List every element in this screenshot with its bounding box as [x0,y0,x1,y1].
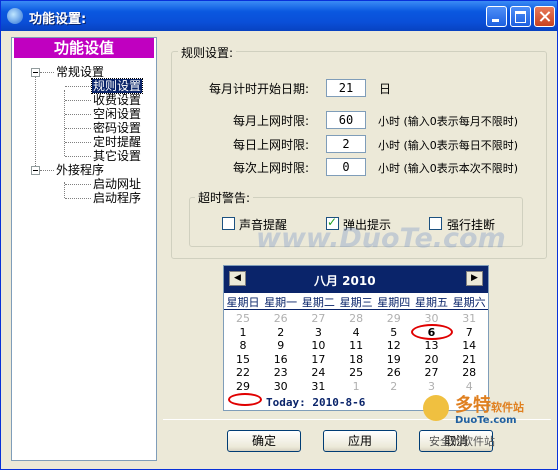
tree-header: 功能设值 [14,38,154,58]
weekday-label: 星期五 [415,296,448,309]
calendar-day[interactable]: 29 [375,312,413,325]
calendar-day[interactable]: 31 [299,380,337,393]
calendar-day[interactable]: 7 [450,326,488,339]
alert-group-title: 超时警告: [195,189,254,206]
start-day-unit: 日 [379,82,392,96]
tree-item-password[interactable]: 密码设置 [93,121,141,135]
calendar-day[interactable]: 27 [413,366,451,379]
close-button[interactable] [534,6,555,27]
calendar-day[interactable]: 17 [299,353,337,366]
today-marker-icon [228,393,262,406]
calendar-day[interactable]: 28 [337,312,375,325]
tree-item-billing[interactable]: 收费设置 [93,93,141,107]
monthly-limit-label: 每月上网时限: [233,114,310,128]
minimize-button[interactable] [486,6,507,27]
daily-limit-input[interactable]: 2 [326,135,366,153]
session-limit-label: 每次上网时限: [233,161,310,175]
calendar-day[interactable]: 2 [375,380,413,393]
today-label[interactable]: Today: 2010-8-6 [266,396,365,409]
calendar-day[interactable]: 3 [299,326,337,339]
calendar-day[interactable]: 20 [413,353,451,366]
monthly-limit-hint: 小时 (输入0表示每月不限时) [378,115,519,128]
calendar-day[interactable]: 1 [224,326,262,339]
watermark-site-name: 多特软件站 [455,395,524,416]
calendar-day[interactable]: 16 [262,353,300,366]
calendar-day[interactable]: 28 [450,366,488,379]
apply-button[interactable]: 应用 [323,430,397,452]
session-limit-hint: 小时 (输入0表示本次不限时) [378,162,519,175]
calendar-day[interactable]: 22 [224,366,262,379]
start-day-label: 每月计时开始日期: [209,82,310,96]
tree-item-timer[interactable]: 定时提醒 [93,135,141,149]
weekday-label: 星期四 [377,296,411,309]
tree-item-launch-program[interactable]: 启动程序 [93,191,141,205]
start-day-input[interactable]: 21 [326,79,366,97]
tree-item-idle[interactable]: 空闲设置 [93,107,141,121]
sound-alert-checkbox[interactable] [222,217,235,230]
tree-item-rules-label: 规则设置 [90,78,144,94]
calendar-day[interactable]: 4 [337,326,375,339]
watermark: www.DuoTe.com [256,223,506,254]
calendar-day[interactable]: 18 [337,353,375,366]
calendar-day[interactable]: 8 [224,339,262,352]
next-month-button[interactable]: ▶ [466,271,483,286]
ok-button[interactable]: 确定 [227,430,301,452]
calendar-day[interactable]: 14 [450,339,488,352]
calendar-day[interactable]: 29 [224,380,262,393]
calendar-day[interactable]: 26 [375,366,413,379]
weekday-label: 星期日 [226,296,260,309]
calendar-day[interactable]: 1 [337,380,375,393]
site-watermark: 多特软件站 DuoTe.com 安全的软件站 [421,387,551,448]
calendar-day[interactable]: 10 [299,339,337,352]
title-bar[interactable]: 功能设置: [1,1,557,31]
tree-item-other[interactable]: 其它设置 [93,149,141,163]
watermark-site-url: DuoTe.com [455,415,517,426]
weekday-label: 星期三 [339,296,373,309]
tree-group-general[interactable]: 常规设置 [56,65,104,79]
calendar-day[interactable]: 9 [262,339,300,352]
tree-group-external[interactable]: 外接程序 [56,163,104,177]
mascot-icon [423,395,449,421]
weekday-label: 星期六 [452,296,486,309]
calendar-day[interactable]: 2 [262,326,300,339]
daily-limit-hint: 小时 (输入0表示每日不限时) [378,139,519,152]
calendar-day[interactable]: 12 [375,339,413,352]
weekday-label: 星期一 [264,296,298,309]
rules-group-title: 规则设置: [178,44,237,61]
calendar-day[interactable]: 13 [413,339,451,352]
tree-item-rules[interactable]: 规则设置 [90,78,144,94]
calendar-day[interactable]: 25 [224,312,262,325]
monthly-limit-input[interactable]: 60 [326,111,366,129]
prev-month-button[interactable]: ◀ [229,271,246,286]
calendar-day[interactable]: 6 [413,326,451,339]
session-limit-input[interactable]: 0 [326,158,366,176]
calendar-day[interactable]: 31 [450,312,488,325]
calendar-day[interactable]: 11 [337,339,375,352]
tree-item-launch-url[interactable]: 启动网址 [93,177,141,191]
calendar-month-title: 八月 2010 [314,274,376,288]
calendar-day[interactable]: 24 [299,366,337,379]
weekday-label: 星期二 [301,296,335,309]
watermark-tagline: 安全的软件站 [429,435,495,448]
collapse-toggle-icon[interactable] [31,68,40,77]
calendar-day[interactable]: 26 [262,312,300,325]
weekday-header: 星期日 星期一 星期二 星期三 星期四 星期五 星期六 [224,293,488,310]
calendar-day[interactable]: 5 [375,326,413,339]
calendar-header: ◀ 八月 2010 ▶ [224,266,488,293]
calendar-day[interactable]: 25 [337,366,375,379]
calendar-day[interactable]: 21 [450,353,488,366]
daily-limit-label: 每日上网时限: [233,138,310,152]
calendar-day[interactable]: 27 [299,312,337,325]
app-icon [7,8,23,24]
calendar-day[interactable]: 15 [224,353,262,366]
calendar-day[interactable]: 19 [375,353,413,366]
maximize-button[interactable] [510,6,531,27]
window-title: 功能设置: [29,12,87,27]
nav-tree[interactable]: 功能设值 常规设置 规则设置 收费设置 空闲设置 密码设置 定时提醒 其它设置 … [11,37,157,461]
calendar-day[interactable]: 23 [262,366,300,379]
collapse-toggle-icon[interactable] [31,166,40,175]
calendar-day[interactable]: 30 [262,380,300,393]
settings-window: 功能设置: 功能设值 常规设置 规则设置 收费设置 空闲设置 密码设置 定时提醒… [0,0,558,470]
